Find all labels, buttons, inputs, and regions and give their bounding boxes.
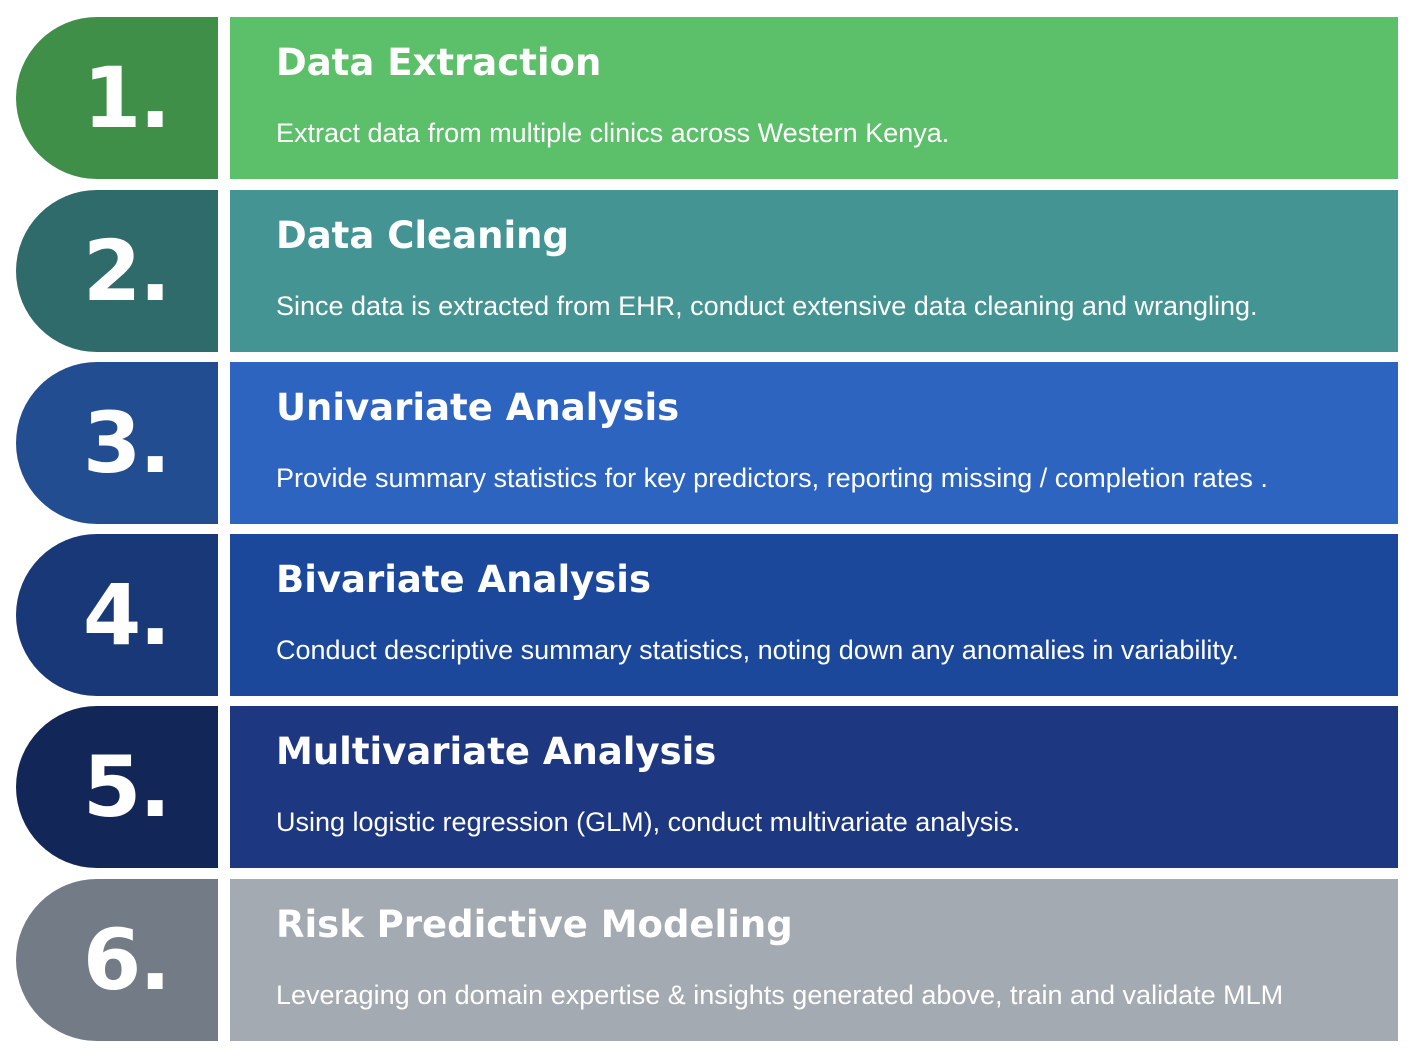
step-title: Data Cleaning [276, 214, 569, 257]
step-number-tab: 3. [16, 362, 218, 524]
step-1: 1. Data Extraction Extract data from mul… [0, 17, 1420, 179]
step-title: Multivariate Analysis [276, 730, 717, 773]
step-number: 5. [82, 738, 171, 836]
step-title: Univariate Analysis [276, 386, 680, 429]
step-number: 1. [82, 49, 171, 147]
step-number-tab: 2. [16, 190, 218, 352]
step-2: 2. Data Cleaning Since data is extracted… [0, 190, 1420, 352]
step-description: Leveraging on domain expertise & insight… [276, 980, 1284, 1010]
step-5: 5. Multivariate Analysis Using logistic … [0, 706, 1420, 868]
step-number-tab: 4. [16, 534, 218, 696]
step-panel: Bivariate Analysis Conduct descriptive s… [230, 534, 1398, 696]
step-description: Extract data from multiple clinics acros… [276, 118, 950, 148]
step-panel: Data Extraction Extract data from multip… [230, 17, 1398, 179]
step-number: 6. [82, 911, 171, 1009]
step-description: Using logistic regression (GLM), conduct… [276, 807, 1021, 837]
step-title: Risk Predictive Modeling [276, 903, 793, 946]
step-4: 4. Bivariate Analysis Conduct descriptiv… [0, 534, 1420, 696]
step-3: 3. Univariate Analysis Provide summary s… [0, 362, 1420, 524]
step-number: 3. [82, 394, 171, 492]
step-number: 2. [82, 222, 171, 320]
step-description: Since data is extracted from EHR, conduc… [276, 291, 1258, 321]
step-panel: Univariate Analysis Provide summary stat… [230, 362, 1398, 524]
step-description: Conduct descriptive summary statistics, … [276, 635, 1239, 665]
step-title: Bivariate Analysis [276, 558, 652, 601]
step-panel: Risk Predictive Modeling Leveraging on d… [230, 879, 1398, 1041]
step-panel: Multivariate Analysis Using logistic reg… [230, 706, 1398, 868]
step-panel: Data Cleaning Since data is extracted fr… [230, 190, 1398, 352]
step-6: 6. Risk Predictive Modeling Leveraging o… [0, 879, 1420, 1041]
step-number-tab: 5. [16, 706, 218, 868]
step-number-tab: 1. [16, 17, 218, 179]
step-number: 4. [82, 566, 171, 664]
step-title: Data Extraction [276, 41, 602, 84]
step-description: Provide summary statistics for key predi… [276, 463, 1268, 493]
step-number-tab: 6. [16, 879, 218, 1041]
